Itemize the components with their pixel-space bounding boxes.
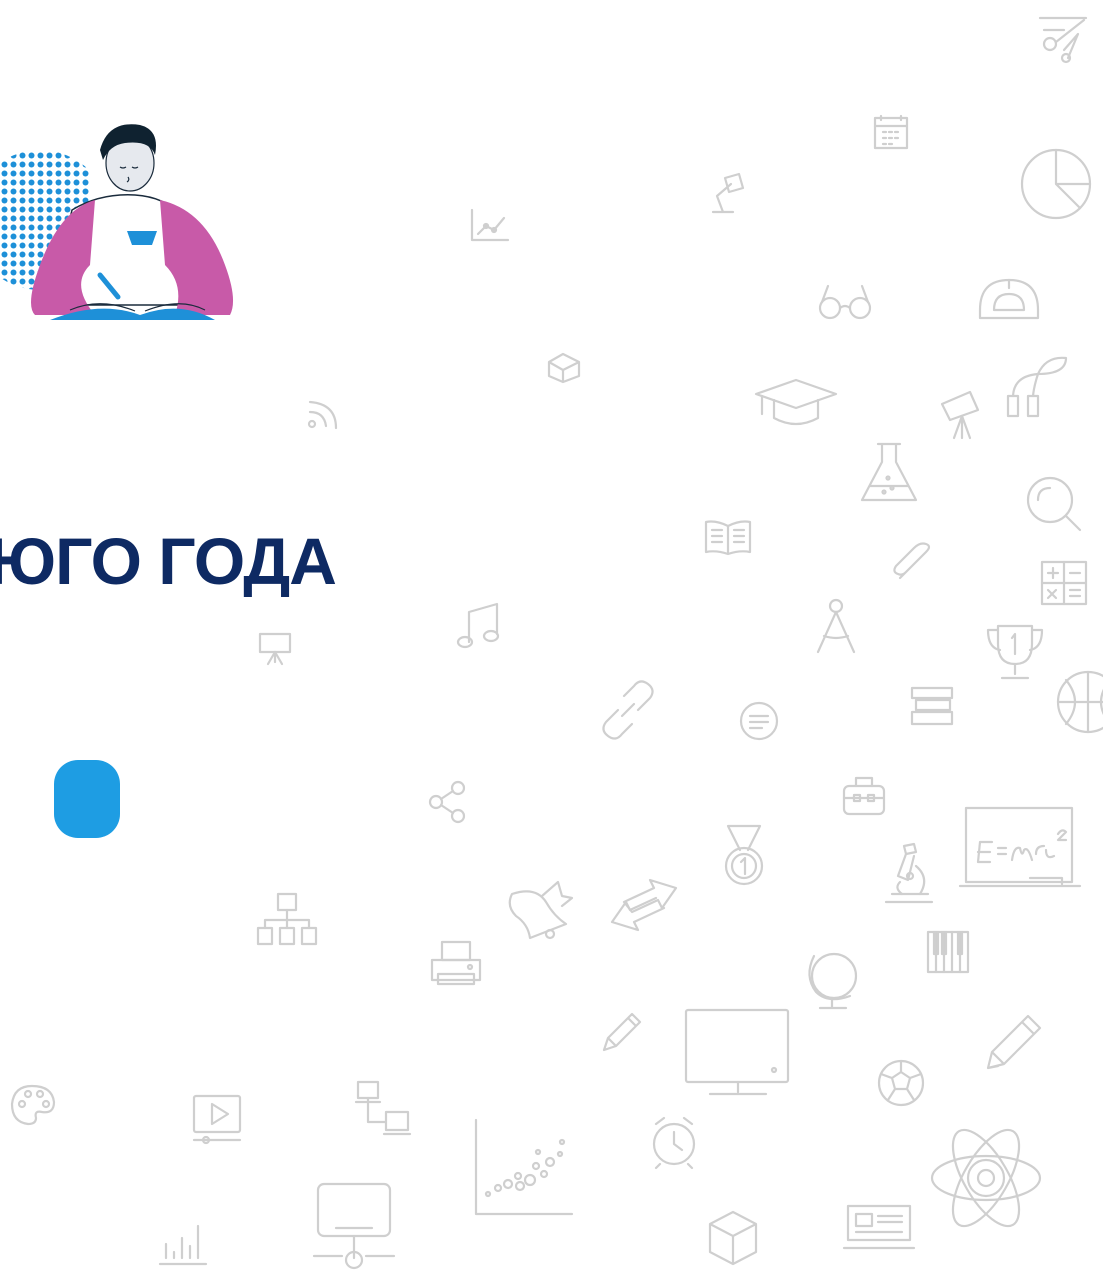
graduation-cap-icon <box>754 378 838 430</box>
microscope-icon <box>884 842 936 906</box>
newspaper-icon <box>842 1204 916 1252</box>
student-illustration <box>0 115 240 325</box>
calculator-icon <box>1040 560 1088 606</box>
basketball-icon <box>1056 670 1103 734</box>
magnifier-icon <box>1026 476 1084 534</box>
alarm-clock-icon <box>648 1114 700 1170</box>
music-note-icon <box>456 602 501 652</box>
slide-title: ЮГО ГОДА <box>0 524 337 598</box>
brand-logo <box>52 758 122 840</box>
flask-icon <box>860 442 918 502</box>
globe-icon <box>806 950 860 1012</box>
wifi-signal-icon <box>306 398 340 430</box>
link-icon <box>598 680 658 740</box>
calendar-icon <box>873 114 909 150</box>
trophy-icon <box>984 624 1046 682</box>
hierarchy-icon <box>256 892 318 948</box>
swap-arrows-icon <box>608 872 680 938</box>
briefcase-icon <box>842 774 886 816</box>
football-icon <box>876 1058 926 1108</box>
presentation-board-icon <box>258 632 292 666</box>
scatter-plot-icon <box>474 1118 574 1218</box>
box-icon <box>547 352 581 384</box>
telescope-icon <box>938 390 990 442</box>
video-player-icon <box>192 1094 244 1146</box>
desk-lamp-icon <box>705 172 745 216</box>
pencil-icon <box>600 1010 644 1054</box>
pencil-icon <box>984 1012 1044 1072</box>
share-icon <box>428 780 468 824</box>
books-stack-icon <box>910 686 954 726</box>
cube-icon <box>708 1210 758 1266</box>
scissors-icon <box>1038 14 1088 64</box>
glasses-icon <box>818 284 872 320</box>
medal-icon <box>722 824 766 888</box>
compass-icon <box>814 596 858 654</box>
pie-chart-icon <box>1020 148 1094 222</box>
chat-bubble-icon <box>738 701 780 742</box>
bar-chart-icon <box>158 1222 208 1266</box>
network-devices-icon <box>354 1080 412 1136</box>
open-book-icon <box>704 518 752 556</box>
atom-icon <box>930 1116 1042 1240</box>
computer-network-icon <box>312 1182 396 1272</box>
protractor-icon <box>978 276 1040 320</box>
chalkboard-icon <box>958 806 1082 892</box>
paperclip-icon <box>892 542 934 582</box>
printer-icon <box>430 940 482 986</box>
jump-rope-icon <box>1006 356 1070 420</box>
piano-icon <box>926 930 970 976</box>
bell-icon <box>506 876 578 940</box>
line-graph-icon <box>470 208 510 242</box>
palette-icon <box>10 1084 56 1126</box>
monitor-icon <box>684 1008 792 1096</box>
